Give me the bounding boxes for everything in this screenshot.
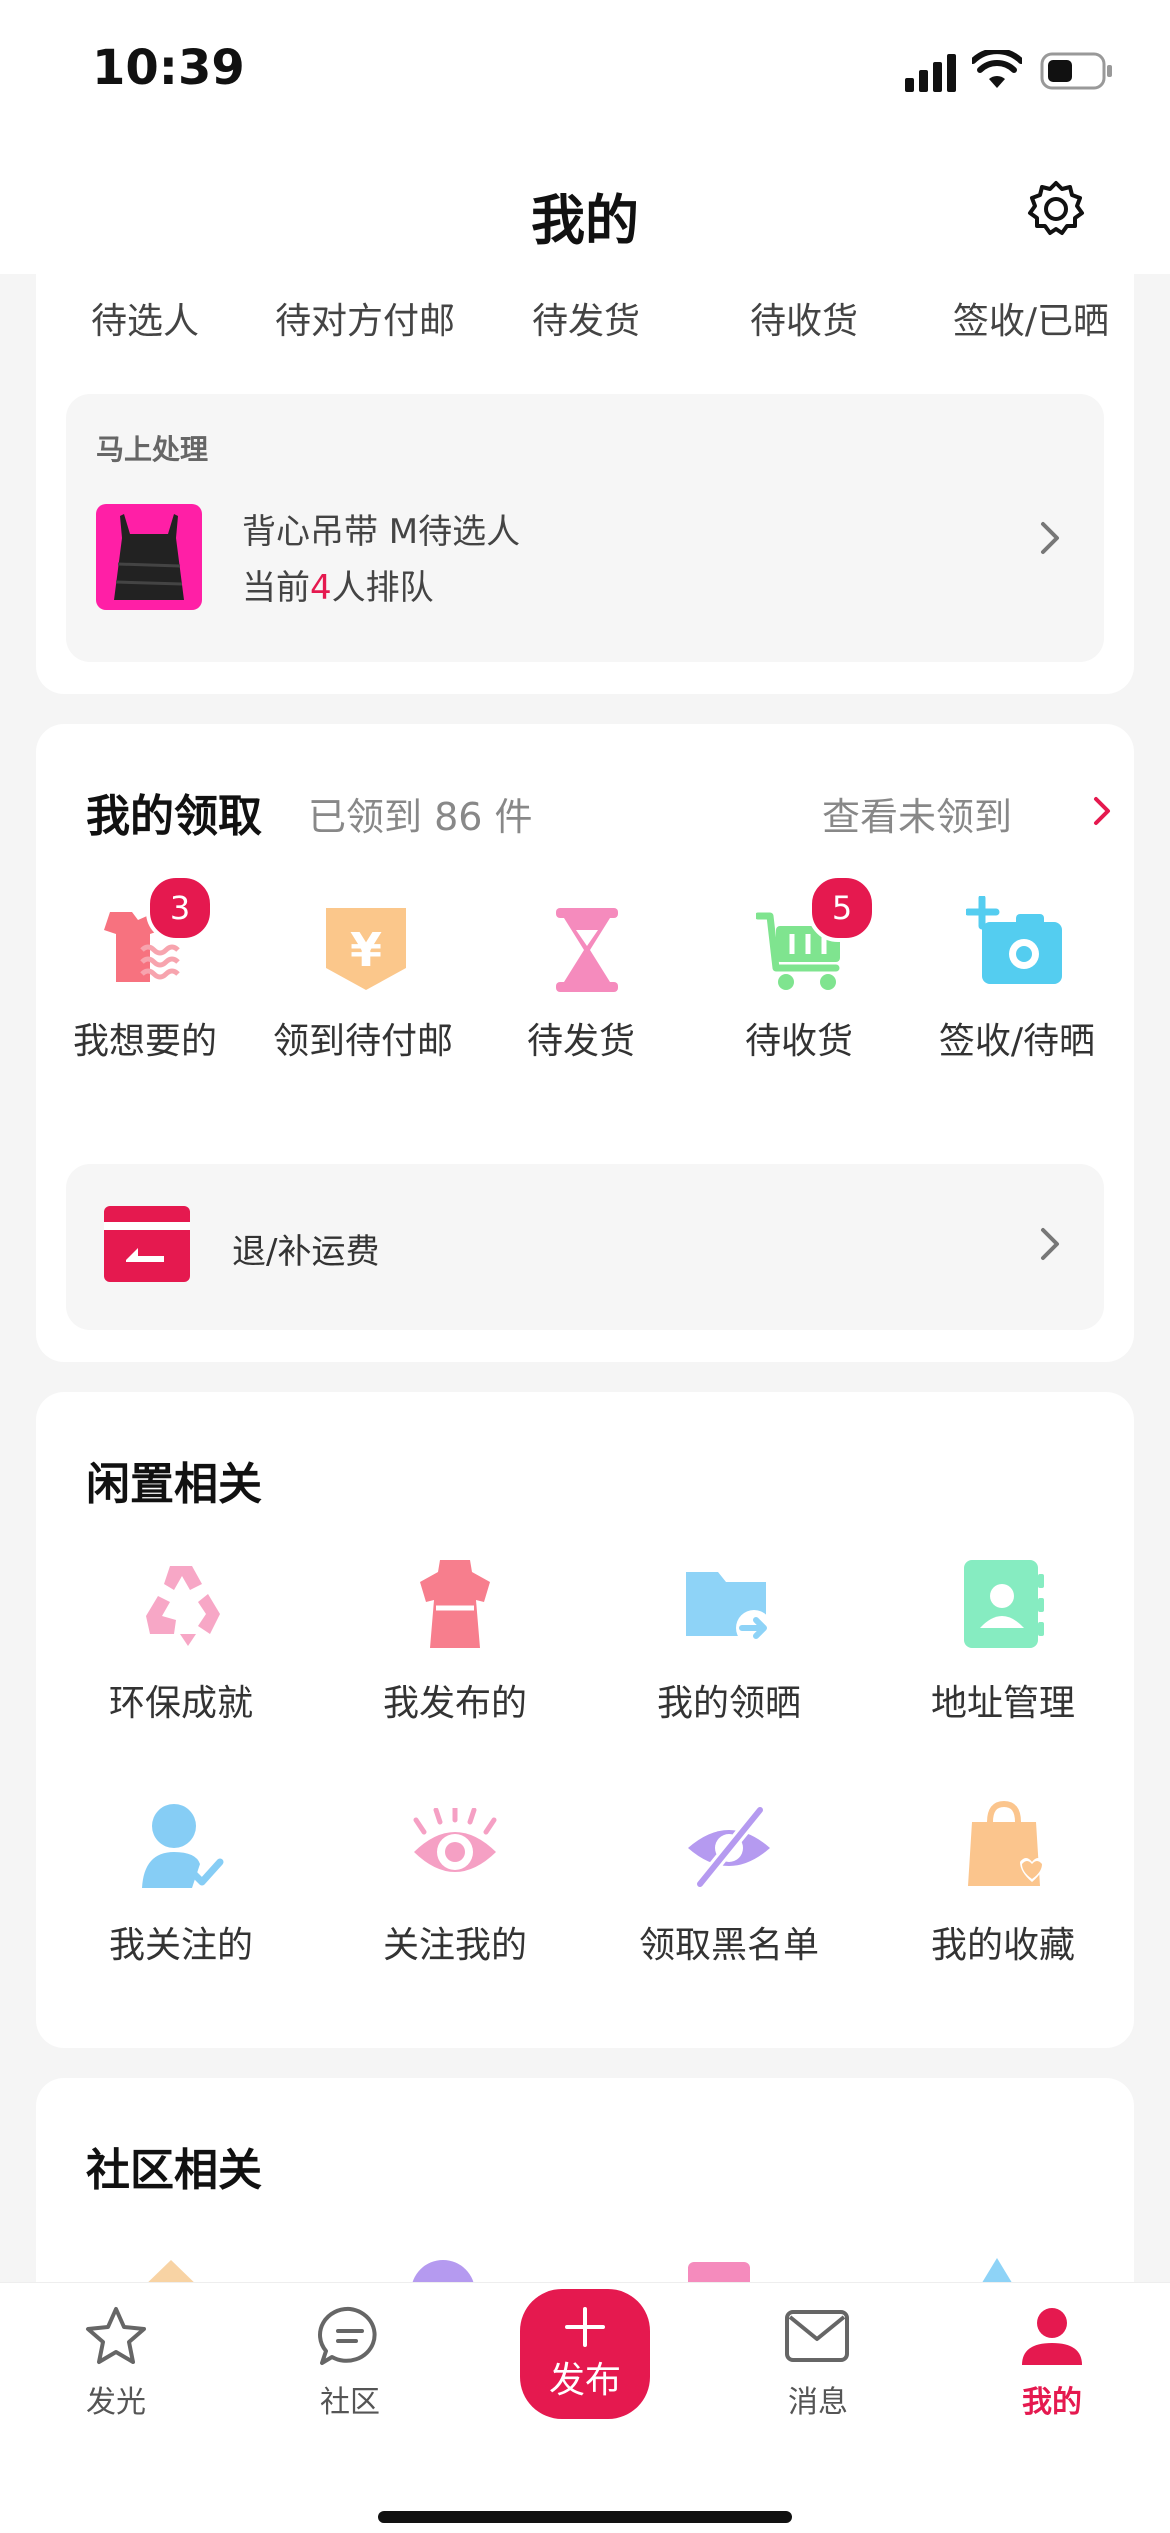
order-status-card: 待选人 待对方付邮 待发货 待收货 签收/已晒 马上处理 背心吊带 M待选人 当… (36, 274, 1134, 694)
queue-prefix: 当前 (242, 568, 310, 608)
order-tab-pending-receive[interactable]: 待收货 (709, 292, 899, 344)
claim-item-wanted[interactable]: 3 我想要的 (36, 874, 256, 1062)
nav-bar: 我的 (0, 140, 1170, 274)
claim-item-pending-postage[interactable]: ¥ 领到待付邮 (254, 874, 474, 1062)
mail-icon (785, 2310, 849, 2362)
idle-item-label: 领取黑名单 (638, 1925, 819, 1966)
camera-add-icon (966, 896, 1062, 984)
claims-title: 我的领取 (86, 791, 262, 842)
idle-item-published[interactable]: 我发布的 (340, 1558, 570, 1748)
star-icon (86, 2307, 146, 2364)
tab-messages[interactable]: 消息 (748, 2301, 888, 2421)
status-bar: 10:39 (0, 0, 1170, 140)
tab-mine[interactable]: 我的 (982, 2301, 1122, 2421)
chat-icon (318, 2306, 377, 2365)
urgent-task-panel[interactable]: 马上处理 背心吊带 M待选人 当前4人排队 (66, 394, 1104, 662)
plus-icon (565, 2307, 605, 2347)
publish-label: 发布 (548, 2360, 621, 2401)
tab-label: 消息 (788, 2385, 848, 2420)
claim-item-label: 签收/待晒 (938, 1021, 1096, 1062)
idle-item-address[interactable]: 地址管理 (888, 1558, 1118, 1748)
urgent-item-name: 背心吊带 M待选人 (242, 512, 521, 552)
idle-item-blacklist[interactable]: 领取黑名单 (614, 1800, 844, 1990)
idle-item-followers[interactable]: 关注我的 (340, 1800, 570, 1990)
wifi-icon (972, 50, 1022, 88)
chevron-right-icon (1041, 522, 1059, 554)
item-thumbnail (96, 504, 202, 610)
eye-icon (413, 1808, 497, 1872)
eye-off-icon (688, 1804, 770, 1890)
idle-related-card: 闲置相关 环保成就 我发布的 我的领晒 地址管理 我关注的 关注我的 领取黑名单… (36, 1392, 1134, 2048)
idle-item-favorites[interactable]: 我的收藏 (888, 1800, 1118, 1990)
idle-item-my-shows[interactable]: 我的领晒 (614, 1558, 844, 1748)
claim-item-label: 待发货 (526, 1021, 635, 1062)
queue-info: 当前4人排队 (242, 560, 434, 609)
user-check-icon (142, 1804, 224, 1888)
bag-heart-icon (968, 1800, 1044, 1886)
idle-item-label: 关注我的 (382, 1925, 527, 1966)
yen-shield-icon: ¥ (326, 908, 406, 990)
recycle-icon (146, 1566, 220, 1646)
idle-item-label: 地址管理 (930, 1683, 1075, 1724)
status-time: 10:39 (92, 40, 245, 96)
claim-item-label: 领到待付邮 (272, 1021, 453, 1062)
view-unclaimed-link[interactable]: 查看未领到 (822, 786, 1112, 839)
chevron-right-icon (1094, 797, 1110, 825)
tab-label: 发光 (86, 2385, 146, 2420)
idle-item-label: 我发布的 (382, 1683, 527, 1724)
my-claims-card: 我的领取 已领到 86 件 查看未领到 3 我想要的 ¥ 领到待付邮 待发货 5… (36, 724, 1134, 1362)
order-tab-pending-postage[interactable]: 待对方付邮 (260, 292, 470, 344)
chevron-right-icon (1041, 1228, 1059, 1260)
claim-item-pending-ship[interactable]: 待发货 (472, 874, 692, 1062)
community-section-title: 社区相关 (86, 2145, 262, 2196)
view-unclaimed-label: 查看未领到 (822, 795, 1013, 839)
wanted-count-badge: 3 (146, 874, 214, 942)
person-icon (1022, 2308, 1082, 2365)
signal-icon (905, 54, 956, 92)
receive-count-badge: 5 (808, 874, 876, 942)
address-book-icon (964, 1560, 1044, 1648)
idle-item-label: 我的收藏 (930, 1925, 1075, 1966)
dress-icon (420, 1560, 490, 1648)
folder-share-icon (686, 1572, 772, 1646)
refund-shipping-row[interactable]: 退/补运费 (66, 1164, 1104, 1330)
battery-icon (1040, 52, 1112, 90)
urgent-title: 马上处理 (96, 433, 209, 466)
order-tab-pending-ship[interactable]: 待发货 (491, 292, 681, 344)
refund-shipping-label: 退/补运费 (232, 1232, 380, 1272)
tab-label: 社区 (320, 2385, 380, 2420)
queue-suffix: 人排队 (331, 568, 434, 608)
idle-item-label: 我的领晒 (656, 1683, 801, 1724)
order-tab-signed[interactable]: 签收/已晒 (936, 292, 1126, 344)
queue-count: 4 (310, 568, 332, 608)
claim-item-pending-receive[interactable]: 5 待收货 (690, 874, 910, 1062)
settings-gear-icon[interactable] (1027, 180, 1085, 238)
idle-section-title: 闲置相关 (86, 1459, 262, 1510)
claim-item-signed[interactable]: 签收/待晒 (908, 874, 1128, 1062)
order-tab-pending-select[interactable]: 待选人 (50, 292, 240, 344)
svg-text:¥: ¥ (350, 923, 382, 977)
page-title: 我的 (531, 189, 639, 252)
idle-item-label: 环保成就 (108, 1683, 253, 1724)
tab-label: 我的 (1022, 2385, 1082, 2420)
bottom-tab-bar: 发光 社区 发布 消息 我的 (0, 2282, 1170, 2533)
publish-button[interactable]: 发布 (520, 2289, 650, 2419)
tab-community[interactable]: 社区 (280, 2301, 420, 2421)
claim-item-label: 待收货 (744, 1021, 853, 1062)
tab-glow[interactable]: 发光 (46, 2301, 186, 2421)
claims-count: 已领到 86 件 (308, 795, 533, 839)
refund-wallet-icon (104, 1206, 190, 1282)
idle-item-label: 我关注的 (108, 1925, 253, 1966)
idle-item-following[interactable]: 我关注的 (66, 1800, 296, 1990)
home-indicator (378, 2511, 792, 2523)
claim-item-label: 我想要的 (72, 1021, 217, 1062)
idle-item-eco[interactable]: 环保成就 (66, 1558, 296, 1748)
hourglass-icon (556, 908, 618, 992)
